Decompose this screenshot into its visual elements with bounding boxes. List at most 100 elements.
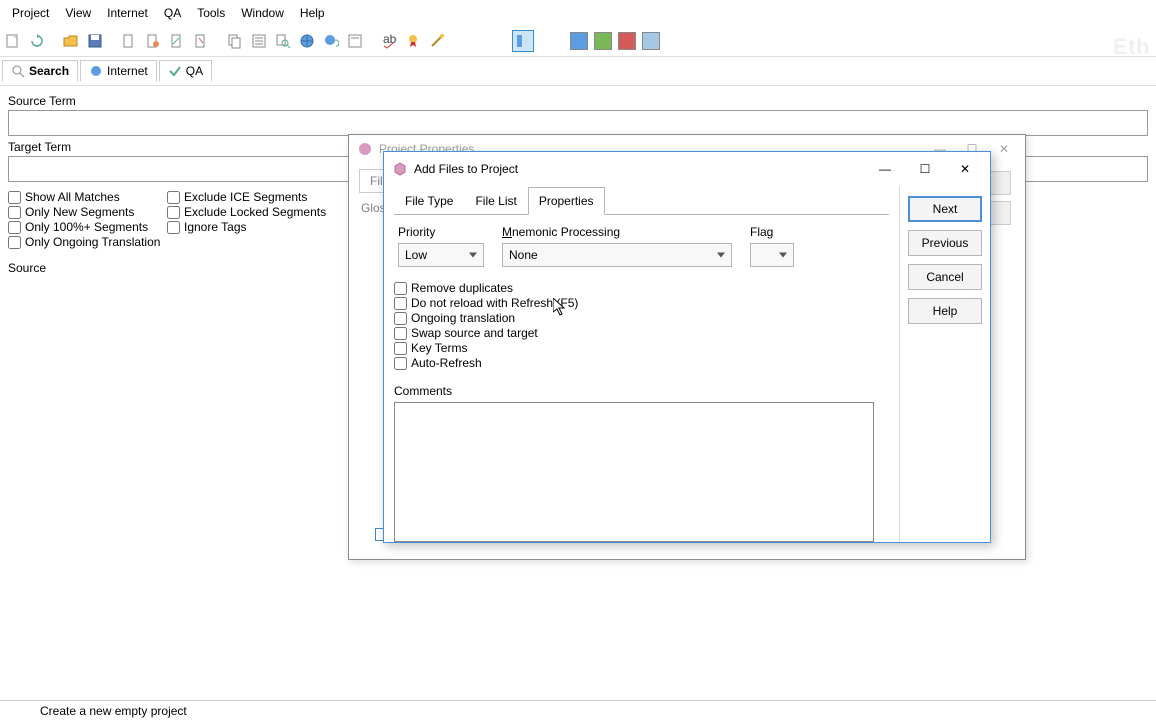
source-term-input[interactable] <box>8 110 1148 136</box>
check-show-all[interactable] <box>8 191 21 204</box>
maximize-button[interactable]: ☐ <box>908 158 942 180</box>
next-button[interactable]: Next <box>908 196 982 222</box>
search-icon <box>11 64 25 78</box>
check-only-100plus-label: Only 100%+ Segments <box>25 220 148 234</box>
mnemonic-value: None <box>509 248 538 262</box>
tab-filelist[interactable]: File List <box>464 187 527 215</box>
wand-icon[interactable] <box>426 30 448 52</box>
find-icon[interactable] <box>272 30 294 52</box>
menu-help[interactable]: Help <box>292 2 333 24</box>
check-only-new[interactable] <box>8 206 21 219</box>
check-only-100plus[interactable] <box>8 221 21 234</box>
globe-icon <box>89 64 103 78</box>
doc4-icon[interactable] <box>190 30 212 52</box>
check-exclude-locked-label: Exclude Locked Segments <box>184 205 326 219</box>
check-ignore-tags[interactable] <box>167 221 180 234</box>
close-icon[interactable]: ✕ <box>991 139 1017 159</box>
flag-label: Flag <box>750 225 794 239</box>
globe-icon[interactable] <box>296 30 318 52</box>
menu-qa[interactable]: QA <box>156 2 189 24</box>
tab-search[interactable]: Search <box>2 60 78 82</box>
check-remove-duplicates[interactable] <box>394 282 407 295</box>
source-term-label: Source Term <box>8 94 1148 108</box>
check-remove-duplicates-label: Remove duplicates <box>411 281 513 295</box>
tab-search-label: Search <box>29 64 69 78</box>
tab-qa[interactable]: QA <box>159 60 212 82</box>
app-icon <box>392 161 408 177</box>
refresh-icon[interactable] <box>26 30 48 52</box>
previous-button[interactable]: Previous <box>908 230 982 256</box>
help-button[interactable]: Help <box>908 298 982 324</box>
status-bar: Create a new empty project <box>0 700 1156 720</box>
toolbar: abc <box>0 26 1156 57</box>
check-no-reload[interactable] <box>394 297 407 310</box>
copy-icon[interactable] <box>224 30 246 52</box>
cancel-button[interactable]: Cancel <box>908 264 982 290</box>
menu-window[interactable]: Window <box>233 2 292 24</box>
tab-internet-label: Internet <box>107 64 148 78</box>
check-swap-source-target[interactable] <box>394 327 407 340</box>
color-red-icon[interactable] <box>616 30 638 52</box>
doc3-icon[interactable] <box>166 30 188 52</box>
color-lightblue-icon[interactable] <box>640 30 662 52</box>
tab-filetype[interactable]: File Type <box>394 187 464 215</box>
comments-label: Comments <box>394 384 889 398</box>
check-key-terms[interactable] <box>394 342 407 355</box>
check-auto-refresh[interactable] <box>394 357 407 370</box>
close-button[interactable]: ✕ <box>948 158 982 180</box>
dialog-title: Add Files to Project <box>414 162 518 176</box>
option-checkboxes: Remove duplicates Do not reload with Ref… <box>394 281 889 370</box>
check-exclude-locked[interactable] <box>167 206 180 219</box>
tab-internet[interactable]: Internet <box>80 60 157 82</box>
menu-view[interactable]: View <box>57 2 99 24</box>
watermark-text: Eth <box>1113 34 1150 60</box>
flag-select[interactable] <box>750 243 794 267</box>
menu-tools[interactable]: Tools <box>189 2 233 24</box>
doc1-icon[interactable] <box>118 30 140 52</box>
check-swap-label: Swap source and target <box>411 326 538 340</box>
tab-qa-label: QA <box>186 64 203 78</box>
tab-properties[interactable]: Properties <box>528 187 605 215</box>
add-files-dialog: Add Files to Project — ☐ ✕ File Type Fil… <box>383 151 991 543</box>
check-ongoing-translation-label: Ongoing translation <box>411 311 515 325</box>
color-blue-icon[interactable] <box>568 30 590 52</box>
check-key-terms-label: Key Terms <box>411 341 467 355</box>
mnemonic-label: MMnemonic Processingnemonic Processing <box>502 225 732 239</box>
menu-internet[interactable]: Internet <box>99 2 156 24</box>
list-icon[interactable] <box>248 30 270 52</box>
app-icon <box>357 141 373 157</box>
dialog-titlebar: Add Files to Project — ☐ ✕ <box>384 152 990 186</box>
check-only-new-label: Only New Segments <box>25 205 134 219</box>
priority-select[interactable]: Low <box>398 243 484 267</box>
priority-label: Priority <box>398 225 484 239</box>
check-icon <box>168 64 182 78</box>
doc2-icon[interactable] <box>142 30 164 52</box>
spellcheck-icon[interactable]: abc <box>378 30 400 52</box>
check-only-ongoing-label: Only Ongoing Translation <box>25 235 160 249</box>
minimize-button[interactable]: — <box>868 158 902 180</box>
menu-bar: Project View Internet QA Tools Window He… <box>0 0 1156 26</box>
save-icon[interactable] <box>84 30 106 52</box>
check-no-reload-label: Do not reload with Refresh (F5) <box>411 296 578 310</box>
props-icon[interactable] <box>344 30 366 52</box>
medal-icon[interactable] <box>402 30 424 52</box>
check-exclude-ice-label: Exclude ICE Segments <box>184 190 307 204</box>
svg-text:abc: abc <box>383 33 397 46</box>
priority-value: Low <box>405 248 427 262</box>
check-only-ongoing[interactable] <box>8 236 21 249</box>
menu-project[interactable]: Project <box>4 2 57 24</box>
color-green-icon[interactable] <box>592 30 614 52</box>
comments-input[interactable] <box>394 402 874 542</box>
mnemonic-select[interactable]: None <box>502 243 732 267</box>
check-show-all-label: Show All Matches <box>25 190 120 204</box>
open-icon[interactable] <box>60 30 82 52</box>
new-project-icon[interactable] <box>2 30 24 52</box>
check-exclude-ice[interactable] <box>167 191 180 204</box>
check-ignore-tags-label: Ignore Tags <box>184 220 247 234</box>
check-ongoing-translation[interactable] <box>394 312 407 325</box>
globe-refresh-icon[interactable] <box>320 30 342 52</box>
layout1-icon[interactable] <box>512 30 534 52</box>
secondary-tabs: Search Internet QA <box>0 57 1156 86</box>
property-tabs: File Type File List Properties <box>394 186 889 215</box>
dialog-buttons: Next Previous Cancel Help <box>900 186 990 542</box>
